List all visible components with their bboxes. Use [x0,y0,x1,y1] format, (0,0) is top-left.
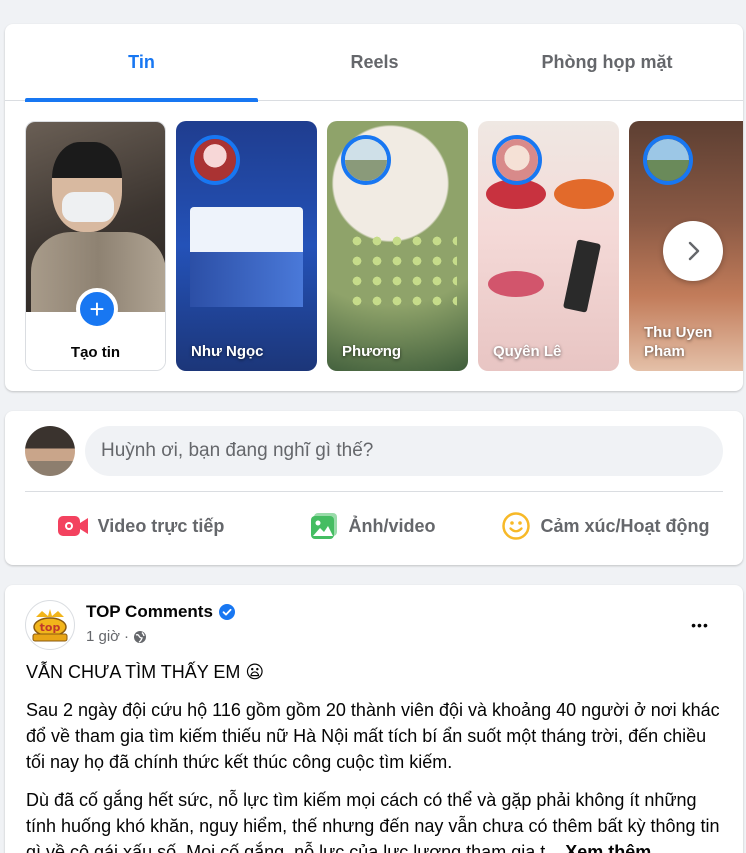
story-author-name: Phương [342,343,402,360]
globe-icon [133,630,147,644]
plus-icon: + [76,288,118,330]
top-comments-logo: top [32,609,68,642]
story-author-name: Thu Uyen Pham [644,324,713,360]
story-image [190,207,303,307]
svg-text:top: top [40,621,61,634]
stories-card: Tin Reels Phòng họp mặt + Tạo tin Như Ng… [5,24,743,391]
story-avatar [341,135,391,185]
post-author-name[interactable]: TOP Comments [86,602,213,622]
story-image [347,231,457,311]
story-card[interactable]: Phương [327,121,468,371]
separator-dot: · [124,628,130,645]
photo-video-label: Ảnh/video [348,515,436,536]
story-avatar [492,135,542,185]
post-timestamp[interactable]: 1 giờ [86,628,120,645]
create-story-card[interactable]: + Tạo tin [25,121,166,371]
stories-tabs: Tin Reels Phòng họp mặt [5,24,743,102]
post-author[interactable]: TOP Comments [86,602,235,622]
tab-rooms[interactable]: Phòng họp mặt [491,24,723,101]
tab-reels[interactable]: Reels [258,24,491,101]
post-card: top TOP Comments 1 giờ · ••• VẪN CHƯA TÌ… [5,585,743,853]
feeling-activity-button[interactable]: Cảm xúc/Hoạt động [489,501,723,551]
post-paragraph: Dù đã cố gắng hết sức, nỗ lực tìm kiếm m… [26,787,726,853]
profile-photo [26,122,165,322]
live-video-icon [57,515,88,537]
story-author-name: Quyên Lê [493,343,562,360]
create-story-label: Tạo tin [70,344,121,361]
see-more-link[interactable]: Xem thêm [565,842,651,853]
photo-video-button[interactable]: Ảnh/video [257,501,489,551]
verified-badge-icon [218,604,235,620]
composer-input[interactable]: Huỳnh ơi, bạn đang nghĩ gì thế? [85,426,723,476]
feeling-icon [502,512,531,540]
photo-video-icon [310,512,338,540]
feeling-activity-label: Cảm xúc/Hoạt động [540,515,710,536]
post-options-button[interactable]: ••• [682,607,718,643]
story-author-name: Như Ngọc [191,343,264,360]
story-avatar [643,135,693,185]
tab-stories[interactable]: Tin [25,24,258,102]
chevron-right-icon [688,241,700,261]
story-card[interactable]: Quyên Lê [478,121,619,371]
post-paragraph: Sau 2 ngày đội cứu hộ 116 gồm gồm 20 thà… [26,700,720,772]
live-video-label: Video trực tiếp [97,515,225,536]
story-card[interactable]: Như Ngọc [176,121,317,371]
story-avatar [190,135,240,185]
post-body: VẪN CHƯA TÌM THẤY EM 😦 Sau 2 ngày đội cứ… [26,659,726,853]
post-meta: 1 giờ · [86,628,147,645]
avatar[interactable] [25,426,75,476]
stories-next-button[interactable] [663,221,723,281]
more-icon: ••• [691,617,709,633]
divider [25,491,723,492]
page-avatar[interactable]: top [25,600,75,650]
live-video-button[interactable]: Video trực tiếp [25,501,257,551]
post-title: VẪN CHƯA TÌM THẤY EM 😦 [26,662,265,682]
composer-card: Huỳnh ơi, bạn đang nghĩ gì thế? Video tr… [5,411,743,565]
